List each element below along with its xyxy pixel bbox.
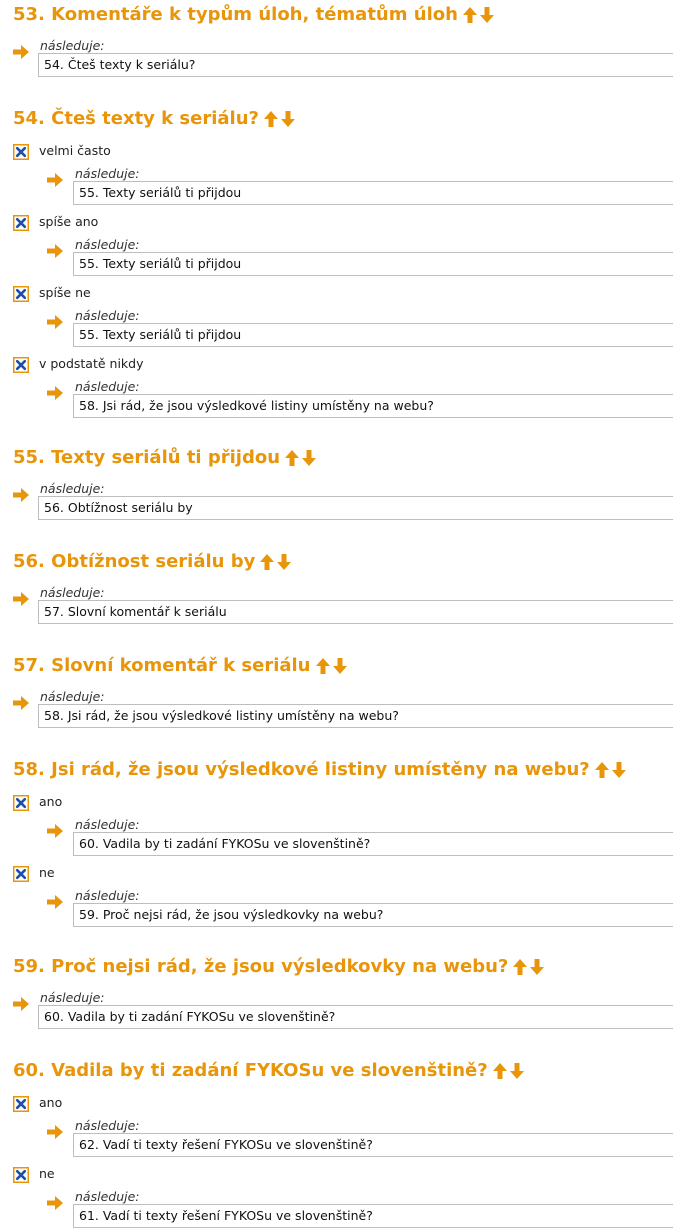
next-question-link[interactable]: 59. Proč nejsi rád, že jsou výsledkovky … xyxy=(73,903,673,927)
arrow-down-icon[interactable] xyxy=(277,554,294,570)
arrow-up-icon[interactable] xyxy=(462,7,480,23)
next-question-link[interactable]: 58. Jsi rád, že jsou výsledkové listiny … xyxy=(38,704,673,728)
option-label: spíše ne xyxy=(39,285,91,300)
sort-controls xyxy=(513,959,547,975)
question-title-text: 60. Vadila by ti zadání FYKOSu ve sloven… xyxy=(13,1060,488,1081)
option-label: velmi často xyxy=(39,143,111,158)
option-label: ne xyxy=(39,1166,55,1181)
follows-label: následuje: xyxy=(75,888,140,903)
arrow-down-icon[interactable] xyxy=(509,1063,527,1079)
arrow-right-icon xyxy=(13,591,29,610)
arrow-up-icon[interactable] xyxy=(513,959,530,975)
arrow-down-icon[interactable] xyxy=(530,959,547,975)
question-title-text: 55. Texty seriálů ti přijdou xyxy=(13,447,281,468)
arrow-right-icon xyxy=(13,44,29,63)
arrow-right-icon xyxy=(47,385,63,404)
checkbox-x-icon[interactable] xyxy=(13,795,29,811)
option-label: ano xyxy=(39,794,63,809)
follows-label: následuje: xyxy=(75,817,140,832)
follows-label: následuje: xyxy=(40,481,105,496)
arrow-down-icon[interactable] xyxy=(611,762,629,778)
option-label: v podstatě nikdy xyxy=(39,356,144,371)
follows-label: následuje: xyxy=(75,237,140,252)
next-question-link[interactable]: 58. Jsi rád, že jsou výsledkové listiny … xyxy=(73,394,673,418)
arrow-right-icon xyxy=(13,996,29,1015)
question-title-text: 59. Proč nejsi rád, že jsou výsledkovky … xyxy=(13,956,509,977)
follows-label: následuje: xyxy=(75,1189,140,1204)
arrow-up-icon[interactable] xyxy=(492,1063,510,1079)
arrow-up-icon[interactable] xyxy=(315,658,333,674)
next-question-link[interactable]: 55. Texty seriálů ti přijdou xyxy=(73,252,673,276)
option-label: ano xyxy=(39,1095,63,1110)
next-question-link[interactable]: 57. Slovní komentář k seriálu xyxy=(38,600,673,624)
sort-controls xyxy=(315,658,350,674)
arrow-down-icon[interactable] xyxy=(280,111,298,127)
next-question-link[interactable]: 60. Vadila by ti zadání FYKOSu ve sloven… xyxy=(73,832,673,856)
checkbox-x-icon[interactable] xyxy=(13,144,29,160)
question-title-text: 56. Obtížnost seriálu by xyxy=(13,551,256,572)
arrow-right-icon xyxy=(47,172,63,191)
next-question-link[interactable]: 62. Vadí ti texty řešení FYKOSu ve slove… xyxy=(73,1133,673,1157)
arrow-right-icon xyxy=(47,1195,63,1214)
follows-label: následuje: xyxy=(40,585,105,600)
follows-label: následuje: xyxy=(75,308,140,323)
next-question-link[interactable]: 61. Vadí ti texty řešení FYKOSu ve slove… xyxy=(73,1204,673,1228)
option-label: ne xyxy=(39,865,55,880)
option-label: spíše ano xyxy=(39,214,99,229)
arrow-down-icon[interactable] xyxy=(479,7,497,23)
question-title: 59. Proč nejsi rád, že jsou výsledkovky … xyxy=(13,956,547,978)
checkbox-x-icon[interactable] xyxy=(13,286,29,302)
follows-label: následuje: xyxy=(75,379,140,394)
next-question-link[interactable]: 54. Čteš texty k seriálu? xyxy=(38,53,673,77)
question-title-text: 58. Jsi rád, že jsou výsledkové listiny … xyxy=(13,759,590,780)
question-title: 57. Slovní komentář k seriálu xyxy=(13,655,350,677)
question-title: 60. Vadila by ti zadání FYKOSu ve sloven… xyxy=(13,1060,527,1082)
checkbox-x-icon[interactable] xyxy=(13,1096,29,1112)
checkbox-x-icon[interactable] xyxy=(13,866,29,882)
sort-controls xyxy=(285,450,319,466)
checkbox-x-icon[interactable] xyxy=(13,1167,29,1183)
arrow-down-icon[interactable] xyxy=(302,450,319,466)
follows-label: následuje: xyxy=(40,38,105,53)
follows-label: následuje: xyxy=(75,1118,140,1133)
question-title-text: 57. Slovní komentář k seriálu xyxy=(13,655,311,676)
sort-controls xyxy=(492,1063,527,1079)
checkbox-x-icon[interactable] xyxy=(13,357,29,373)
arrow-up-icon[interactable] xyxy=(260,554,277,570)
sort-controls xyxy=(462,7,497,23)
checkbox-x-icon[interactable] xyxy=(13,215,29,231)
arrow-right-icon xyxy=(47,1124,63,1143)
arrow-up-icon[interactable] xyxy=(594,762,612,778)
question-title-text: 53. Komentáře k typům úloh, tématům úloh xyxy=(13,4,458,25)
sort-controls xyxy=(260,554,294,570)
sort-controls xyxy=(594,762,629,778)
question-title: 54. Čteš texty k seriálu? xyxy=(13,108,298,130)
question-title: 58. Jsi rád, že jsou výsledkové listiny … xyxy=(13,759,629,781)
next-question-link[interactable]: 55. Texty seriálů ti přijdou xyxy=(73,323,673,347)
next-question-link[interactable]: 55. Texty seriálů ti přijdou xyxy=(73,181,673,205)
follows-label: následuje: xyxy=(40,990,105,1005)
arrow-right-icon xyxy=(13,695,29,714)
arrow-up-icon[interactable] xyxy=(263,111,281,127)
sort-controls xyxy=(263,111,298,127)
arrow-right-icon xyxy=(13,487,29,506)
arrow-right-icon xyxy=(47,314,63,333)
arrow-down-icon[interactable] xyxy=(332,658,350,674)
question-title: 56. Obtížnost seriálu by xyxy=(13,551,294,573)
follows-label: následuje: xyxy=(75,166,140,181)
next-question-link[interactable]: 56. Obtížnost seriálu by xyxy=(38,496,673,520)
question-title: 55. Texty seriálů ti přijdou xyxy=(13,447,319,469)
arrow-right-icon xyxy=(47,894,63,913)
next-question-link[interactable]: 60. Vadila by ti zadání FYKOSu ve sloven… xyxy=(38,1005,673,1029)
arrow-up-icon[interactable] xyxy=(285,450,302,466)
follows-label: následuje: xyxy=(40,689,105,704)
arrow-right-icon xyxy=(47,823,63,842)
question-title: 53. Komentáře k typům úloh, tématům úloh xyxy=(13,4,497,26)
question-title-text: 54. Čteš texty k seriálu? xyxy=(13,108,259,129)
arrow-right-icon xyxy=(47,243,63,262)
